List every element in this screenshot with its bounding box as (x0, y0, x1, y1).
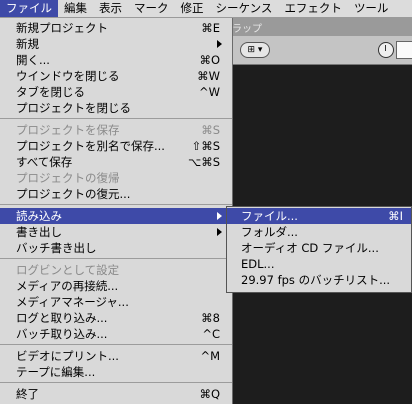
menu-item-new[interactable]: 新規 (0, 36, 232, 52)
menu-item-save-project: プロジェクトを保存 ⌘S (16, 123, 220, 137)
submenu-item-audio-cd[interactable]: オーディオ CD ファイル... (227, 240, 411, 256)
menu-item-log-and-capture[interactable]: ログと取り込み... ⌘8 (0, 310, 232, 326)
menubar-tools[interactable]: ツール (348, 0, 395, 17)
view-popup-button[interactable]: ⊞ ▾ (240, 42, 270, 58)
menu-item-batch-capture[interactable]: バッチ取り込み... ^C (0, 326, 232, 342)
menu-item-batch-export[interactable]: バッチ書き出し (0, 240, 232, 256)
menubar-edit[interactable]: 編集 (58, 0, 93, 17)
clock-icon[interactable] (378, 42, 394, 58)
submenu-item-edl[interactable]: EDL... (227, 256, 411, 272)
submenu-arrow-icon (217, 228, 222, 236)
menu-item-restore-project[interactable]: プロジェクトの復元... (0, 186, 232, 202)
menu-item-print-to-video[interactable]: ビデオにプリント... ^M (0, 348, 232, 364)
menu-item-import[interactable]: 読み込み (0, 208, 232, 224)
menu-item-export[interactable]: 書き出し (0, 224, 232, 240)
menu-item-close-tab[interactable]: タブを閉じる ^W (0, 84, 232, 100)
menu-item-save-project-as[interactable]: プロジェクトを別名で保存... ⇧⌘S (0, 138, 232, 154)
menu-item-revert-project: プロジェクトの復帰 (16, 171, 120, 185)
menu-item-save-all[interactable]: すべて保存 ⌥⌘S (0, 154, 232, 170)
menu-item-reconnect-media[interactable]: メディアの再接続... (0, 278, 232, 294)
menu-separator (0, 258, 232, 259)
menu-item-close-project[interactable]: プロジェクトを閉じる (0, 100, 232, 116)
menu-separator (0, 382, 232, 383)
submenu-item-batch-list[interactable]: 29.97 fps のバッチリスト... (227, 272, 411, 288)
submenu-arrow-icon (217, 212, 222, 220)
background-tab-bar: ラップ (230, 18, 412, 36)
menu-item-set-logging-bin: ログビンとして設定 (16, 263, 120, 277)
submenu-arrow-icon (217, 40, 222, 48)
menu-separator (0, 344, 232, 345)
menu-item-edit-to-tape[interactable]: テープに編集... (0, 364, 232, 380)
menu-separator (0, 118, 232, 119)
import-submenu: ファイル... ⌘I フォルダ... オーディオ CD ファイル... EDL..… (226, 206, 412, 293)
menu-item-open[interactable]: 開く... ⌘O (0, 52, 232, 68)
menu-bar: ファイル 編集 表示 マーク 修正 シーケンス エフェクト ツール (0, 0, 412, 18)
menubar-sequence[interactable]: シーケンス (210, 0, 279, 17)
menubar-effects[interactable]: エフェクト (278, 0, 348, 17)
menu-item-close-window[interactable]: ウインドウを閉じる ⌘W (0, 68, 232, 84)
menu-item-media-manager[interactable]: メディアマネージャ... (0, 294, 232, 310)
menubar-modify[interactable]: 修正 (175, 0, 210, 17)
menubar-file[interactable]: ファイル (0, 0, 58, 17)
menubar-view[interactable]: 表示 (93, 0, 128, 17)
menu-item-quit[interactable]: 終了 ⌘Q (0, 386, 232, 402)
submenu-item-folder[interactable]: フォルダ... (227, 224, 411, 240)
timecode-field[interactable] (396, 41, 412, 59)
menu-item-new-project[interactable]: 新規プロジェクト ⌘E (0, 20, 232, 36)
submenu-item-file[interactable]: ファイル... ⌘I (227, 208, 411, 224)
file-menu: 新規プロジェクト ⌘E 新規 開く... ⌘O ウインドウを閉じる ⌘W タブを閉じる… (0, 18, 233, 404)
menu-separator (0, 204, 232, 205)
menubar-mark[interactable]: マーク (128, 0, 175, 17)
background-tab-label[interactable]: ラップ (232, 20, 262, 35)
background-toolbar: ⊞ ▾ (230, 36, 412, 65)
